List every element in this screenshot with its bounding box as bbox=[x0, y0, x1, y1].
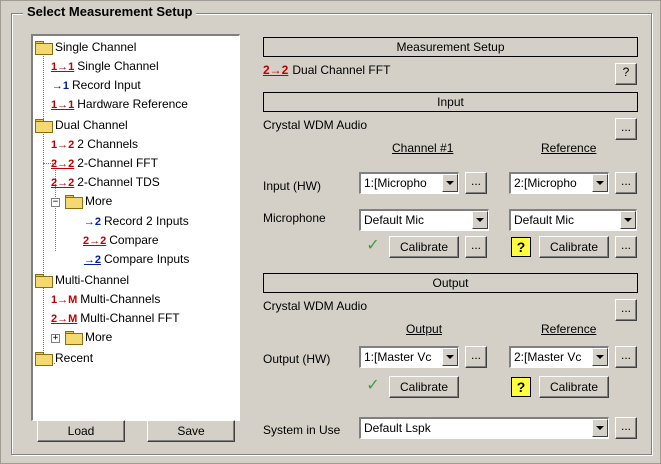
load-button[interactable]: Load bbox=[37, 420, 125, 442]
two-to-two-channel-icon: 2→2 bbox=[51, 158, 75, 170]
system-browse-button[interactable]: ... bbox=[615, 417, 637, 439]
expand-more-toggle[interactable]: + bbox=[51, 334, 60, 343]
current-measurement: 2→2 Dual Channel FFT bbox=[263, 63, 391, 77]
tree-item-multi-channels[interactable]: 1→M Multi-Channels bbox=[51, 290, 160, 309]
two-to-two-channel-icon: 2→2 bbox=[263, 63, 289, 77]
output-hw-reference-select[interactable]: 2:[Master Vc bbox=[509, 346, 609, 368]
system-in-use-label: System in Use bbox=[263, 423, 341, 437]
setup-tree[interactable]: Single Channel 1→1 Single Channel →1 Recor… bbox=[31, 34, 240, 421]
output-device-browse-button[interactable]: ... bbox=[615, 299, 637, 321]
folder-icon bbox=[65, 195, 83, 209]
hardware-reference-icon: 1→1 bbox=[51, 99, 75, 111]
microphone-label: Microphone bbox=[263, 211, 326, 225]
tree-item-single-channel[interactable]: 1→1 Single Channel bbox=[51, 57, 159, 76]
input-hw-reference-browse-button[interactable]: ... bbox=[615, 172, 637, 194]
output-hw-browse-button[interactable]: ... bbox=[465, 346, 487, 368]
output-hw-select[interactable]: 1:[Master Vc bbox=[359, 346, 459, 368]
tree-item-2-channel-fft[interactable]: 2→2 2-Channel FFT bbox=[51, 154, 158, 173]
compare-inputs-icon: →2 bbox=[83, 254, 101, 266]
tree-item-multi-channel-fft[interactable]: 2→M Multi-Channel FFT bbox=[51, 309, 180, 328]
tree-folder-more-2[interactable]: More bbox=[65, 328, 112, 347]
calibrate-channel-button[interactable]: Calibrate bbox=[389, 236, 459, 258]
input-device-label: Crystal WDM Audio bbox=[263, 118, 368, 132]
input-hw-channel-browse-button[interactable]: ... bbox=[465, 172, 487, 194]
chevron-down-icon[interactable] bbox=[592, 419, 608, 437]
calibrate-reference-button[interactable]: Calibrate bbox=[539, 236, 609, 258]
folder-icon bbox=[65, 331, 83, 345]
input-hw-reference-select[interactable]: 2:[Micropho bbox=[509, 172, 609, 194]
dialog-window: Select Measurement Setup Single Channel … bbox=[0, 0, 661, 464]
one-to-two-channel-icon: 1→2 bbox=[51, 139, 75, 151]
folder-icon bbox=[35, 352, 53, 366]
chevron-down-icon[interactable] bbox=[592, 174, 608, 192]
two-to-two-channel-icon: 2→2 bbox=[83, 235, 107, 247]
chevron-down-icon[interactable] bbox=[442, 174, 458, 192]
chevron-down-icon[interactable] bbox=[442, 348, 458, 366]
tree-item-record-2-inputs[interactable]: →2 Record 2 Inputs bbox=[83, 212, 189, 231]
help-button[interactable]: ? bbox=[615, 63, 637, 85]
tree-item-record-input[interactable]: →1 Record Input bbox=[51, 76, 141, 95]
input-hw-label: Input (HW) bbox=[263, 179, 322, 193]
tree-item-compare[interactable]: 2→2 Compare bbox=[83, 231, 159, 250]
input-header: Input bbox=[263, 92, 638, 112]
tree-item-compare-inputs[interactable]: →2 Compare Inputs bbox=[83, 250, 190, 269]
input-hw-channel-select[interactable]: 1:[Micropho bbox=[359, 172, 459, 194]
output-calibrated-check-icon: ✓ bbox=[366, 377, 380, 394]
calibrate-output-button[interactable]: Calibrate bbox=[389, 376, 459, 398]
output-hw-label: Output (HW) bbox=[263, 352, 331, 366]
input-reference-column-header: Reference bbox=[541, 141, 597, 155]
system-in-use-select[interactable]: Default Lspk bbox=[359, 417, 609, 439]
output-reference-column-header: Reference bbox=[541, 322, 597, 336]
record-one-channel-icon: →1 bbox=[51, 80, 69, 92]
two-to-multi-channel-icon: 2→M bbox=[51, 313, 78, 325]
chevron-down-icon[interactable] bbox=[592, 348, 608, 366]
save-button[interactable]: Save bbox=[147, 420, 235, 442]
record-two-channel-icon: →2 bbox=[83, 216, 101, 228]
channel-calibrated-check-icon: ✓ bbox=[366, 237, 380, 254]
calibrate-reference-browse-button[interactable]: ... bbox=[615, 236, 637, 258]
output-device-label: Crystal WDM Audio bbox=[263, 299, 368, 313]
output-column-header: Output bbox=[406, 322, 443, 336]
one-to-one-channel-icon: 1→1 bbox=[51, 61, 75, 73]
chevron-down-icon[interactable] bbox=[620, 211, 636, 229]
collapse-more-toggle[interactable]: − bbox=[51, 198, 60, 207]
microphone-channel-select[interactable]: Default Mic bbox=[359, 209, 489, 231]
calibrate-output-reference-button[interactable]: Calibrate bbox=[539, 376, 609, 398]
tree-folder-recent[interactable]: Recent bbox=[35, 349, 93, 368]
tree-folder-dual-channel[interactable]: Dual Channel bbox=[35, 116, 128, 135]
tree-item-2-channels[interactable]: 1→2 2 Channels bbox=[51, 135, 138, 154]
calibrate-channel-browse-button[interactable]: ... bbox=[465, 236, 487, 258]
microphone-reference-select[interactable]: Default Mic bbox=[509, 209, 637, 231]
tree-item-hardware-reference[interactable]: 1→1 Hardware Reference bbox=[51, 95, 188, 114]
folder-icon bbox=[35, 119, 53, 133]
measurement-setup-header: Measurement Setup bbox=[263, 37, 638, 57]
output-header: Output bbox=[263, 273, 638, 293]
tree-item-2-channel-tds[interactable]: 2→2 2-Channel TDS bbox=[51, 173, 160, 192]
chevron-down-icon[interactable] bbox=[472, 211, 488, 229]
channel-1-column-header: Channel #1 bbox=[392, 141, 454, 155]
group-title: Select Measurement Setup bbox=[23, 4, 197, 19]
tree-folder-more[interactable]: More bbox=[65, 192, 112, 211]
input-device-browse-button[interactable]: ... bbox=[615, 118, 637, 140]
tree-folder-single-channel[interactable]: Single Channel bbox=[35, 38, 136, 57]
folder-icon bbox=[35, 274, 53, 288]
tree-folder-multi-channel[interactable]: Multi-Channel bbox=[35, 271, 129, 290]
reference-uncalibrated-question-icon: ? bbox=[511, 237, 531, 257]
folder-icon bbox=[35, 41, 53, 55]
output-reference-uncalibrated-question-icon: ? bbox=[511, 377, 531, 397]
one-to-multi-channel-icon: 1→M bbox=[51, 294, 78, 306]
output-hw-reference-browse-button[interactable]: ... bbox=[615, 346, 637, 368]
two-to-two-channel-icon: 2→2 bbox=[51, 177, 75, 189]
